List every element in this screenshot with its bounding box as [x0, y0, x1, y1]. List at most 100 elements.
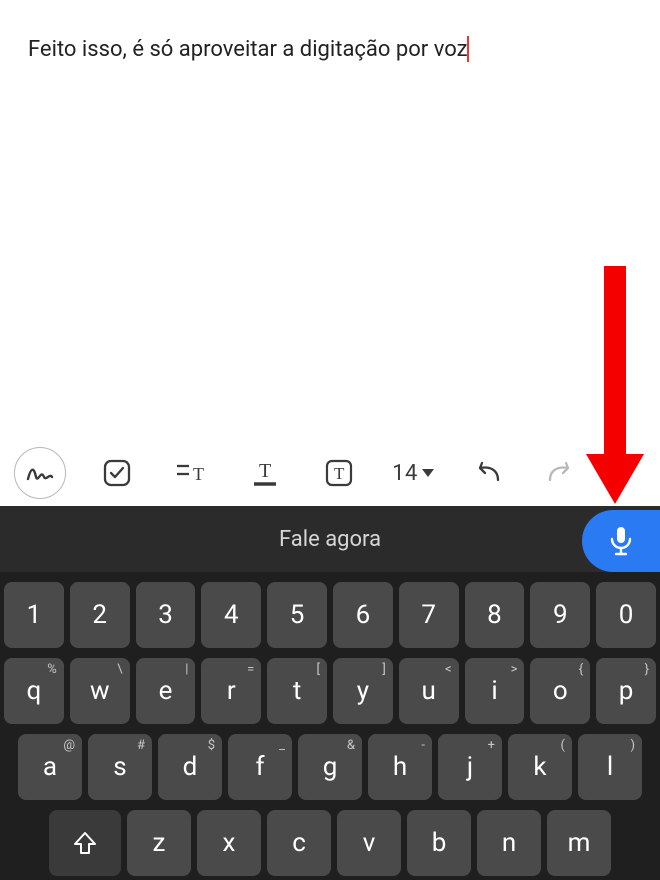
key-main-label: q — [27, 676, 42, 706]
key-n[interactable]: n — [477, 810, 541, 876]
key-h[interactable]: h- — [368, 734, 432, 800]
key-main-label: j — [467, 752, 473, 782]
key-6[interactable]: 6 — [333, 582, 393, 648]
key-main-label: 1 — [27, 600, 42, 630]
voice-prompt-label: Fale agora — [279, 527, 381, 552]
key-main-label: s — [113, 752, 126, 782]
key-main-label: e — [159, 676, 173, 706]
key-k[interactable]: k( — [508, 734, 572, 800]
key-sup-label: { — [579, 662, 583, 677]
key-main-label: 8 — [487, 600, 502, 630]
text-highlight-icon[interactable]: T — [316, 450, 362, 496]
text-color-icon[interactable]: T — [242, 450, 288, 496]
keyboard-row-qwerty3: zxcvbnm — [4, 810, 656, 876]
microphone-icon — [608, 525, 634, 557]
key-main-label: h — [393, 752, 407, 782]
key-sup-label: @ — [63, 738, 75, 753]
font-size-value: 14 — [392, 461, 418, 486]
key-d[interactable]: d$ — [158, 734, 222, 800]
key-z[interactable]: z — [127, 810, 191, 876]
key-g[interactable]: g& — [298, 734, 362, 800]
key-main-label: x — [223, 828, 236, 858]
key-sup-label: \ — [117, 662, 122, 677]
key-sup-label: _ — [279, 738, 285, 753]
key-main-label: b — [432, 828, 447, 858]
key-main-label: f — [255, 752, 264, 782]
checkbox-icon[interactable] — [94, 450, 140, 496]
key-p[interactable]: p} — [596, 658, 656, 724]
text-editor-area[interactable]: Feito isso, é só aproveitar a digitação … — [0, 0, 660, 440]
key-0[interactable]: 0 — [596, 582, 656, 648]
shift-key[interactable] — [49, 810, 121, 876]
key-sup-label: | — [185, 662, 188, 677]
key-m[interactable]: m — [547, 810, 611, 876]
key-5[interactable]: 5 — [267, 582, 327, 648]
key-main-label: o — [553, 676, 568, 706]
key-sup-label: # — [137, 738, 145, 753]
key-b[interactable]: b — [407, 810, 471, 876]
key-o[interactable]: o{ — [530, 658, 590, 724]
key-main-label: y — [357, 676, 369, 706]
key-f[interactable]: f_ — [228, 734, 292, 800]
key-main-label: l — [607, 752, 613, 782]
key-main-label: 3 — [158, 600, 173, 630]
key-j[interactable]: j+ — [438, 734, 502, 800]
key-s[interactable]: s# — [88, 734, 152, 800]
key-i[interactable]: i> — [465, 658, 525, 724]
key-main-label: u — [422, 676, 436, 706]
key-main-label: 4 — [224, 600, 239, 630]
key-sup-label: % — [47, 662, 57, 677]
key-main-label: i — [491, 676, 497, 706]
key-main-label: 7 — [421, 600, 436, 630]
key-main-label: a — [43, 752, 57, 782]
svg-text:T: T — [259, 460, 271, 482]
key-main-label: v — [363, 828, 376, 858]
key-sup-label: = — [247, 662, 254, 677]
key-x[interactable]: x — [197, 810, 261, 876]
key-main-label: d — [183, 752, 198, 782]
keyboard-row-numbers: 123 4 567 8 90 — [4, 582, 656, 648]
text-format-icon[interactable]: T — [168, 450, 214, 496]
key-9[interactable]: 9 — [530, 582, 590, 648]
key-a[interactable]: a@ — [18, 734, 82, 800]
key-sup-label: } — [645, 662, 649, 677]
shift-icon — [72, 830, 98, 856]
key-sup-label: < — [445, 662, 452, 677]
key-y[interactable]: y] — [333, 658, 393, 724]
keyboard-row-qwerty1: q%w\e|r=t[y]u<i>o{p} — [4, 658, 656, 724]
editor-text: Feito isso, é só aproveitar a digitação … — [28, 37, 468, 62]
key-c[interactable]: c — [267, 810, 331, 876]
key-main-label: 9 — [553, 600, 568, 630]
key-main-label: 5 — [290, 600, 305, 630]
key-sup-label: [ — [317, 662, 320, 677]
font-size-selector[interactable]: 14 — [390, 450, 436, 496]
key-t[interactable]: t[ — [267, 658, 327, 724]
key-3[interactable]: 3 — [136, 582, 196, 648]
editor-toolbar: T T T 14 — [0, 440, 660, 506]
key-v[interactable]: v — [337, 810, 401, 876]
key-w[interactable]: w\ — [70, 658, 130, 724]
undo-icon[interactable] — [464, 450, 510, 496]
key-u[interactable]: u< — [399, 658, 459, 724]
key-sup-label: & — [347, 738, 355, 753]
svg-text:T: T — [193, 464, 204, 484]
key-r[interactable]: r= — [201, 658, 261, 724]
key-4[interactable]: 4 — [201, 582, 261, 648]
key-e[interactable]: e| — [136, 658, 196, 724]
redo-icon[interactable] — [538, 450, 584, 496]
key-1[interactable]: 1 — [4, 582, 64, 648]
key-main-label: m — [568, 828, 591, 858]
handwriting-icon[interactable] — [14, 447, 66, 499]
voice-input-button[interactable] — [582, 510, 660, 572]
key-main-label: r — [227, 676, 236, 706]
key-main-label: n — [502, 828, 516, 858]
key-2[interactable]: 2 — [70, 582, 130, 648]
key-sup-label: + — [488, 738, 495, 753]
key-8[interactable]: 8 — [465, 582, 525, 648]
key-q[interactable]: q% — [4, 658, 64, 724]
key-l[interactable]: l) — [578, 734, 642, 800]
key-sup-label: $ — [208, 738, 215, 753]
key-sup-label: > — [511, 662, 518, 677]
key-7[interactable]: 7 — [399, 582, 459, 648]
key-main-label: p — [619, 676, 634, 706]
